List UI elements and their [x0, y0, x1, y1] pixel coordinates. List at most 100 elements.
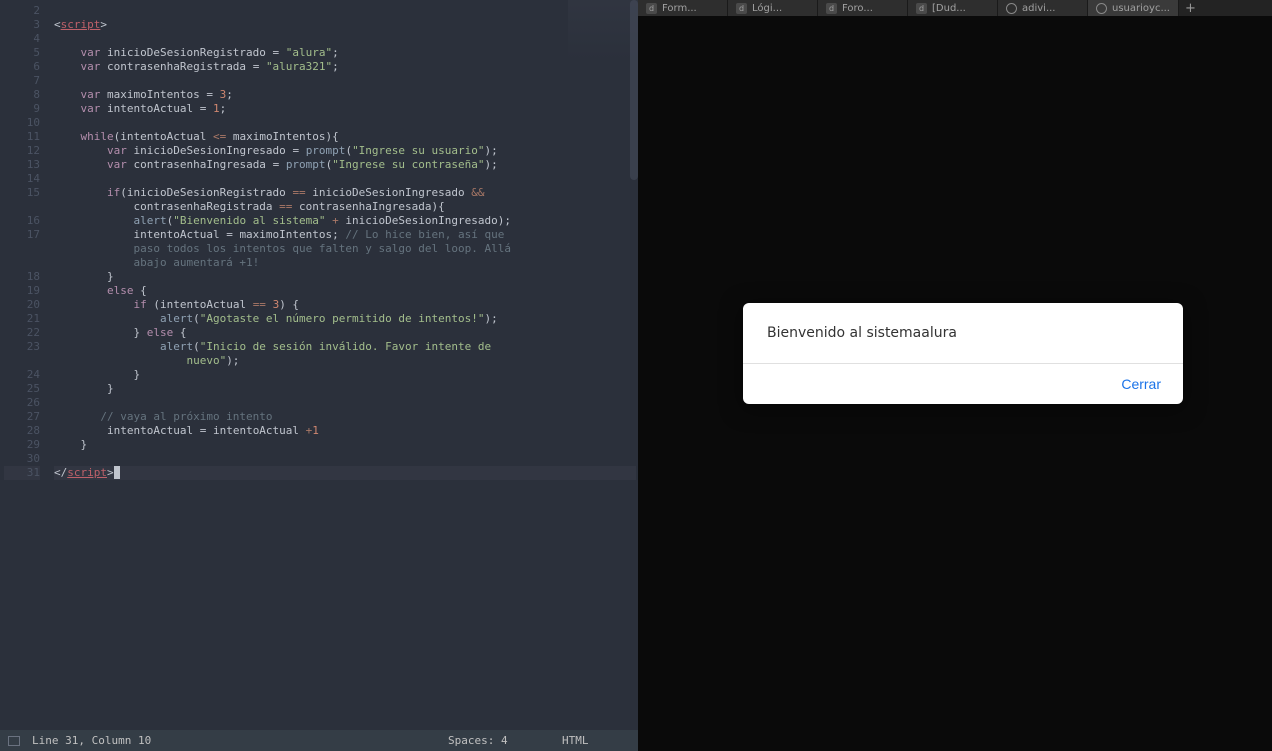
- token-cmt: abajo aumentará +1!: [54, 256, 259, 269]
- code-line[interactable]: else {: [54, 284, 636, 298]
- token-punct: ;: [332, 46, 339, 59]
- line-number: 7: [4, 74, 40, 88]
- editor-pane: 2345678910111213141516171819202122232425…: [0, 0, 638, 751]
- token-var: maximoIntentos: [226, 130, 325, 143]
- code-line[interactable]: alert("Inicio de sesión inválido. Favor …: [54, 340, 636, 354]
- code-line[interactable]: intentoActual = maximoIntentos; // Lo hi…: [54, 228, 636, 242]
- token-var: [266, 298, 273, 311]
- editor-scrollbar[interactable]: [630, 0, 638, 180]
- code-line[interactable]: var inicioDeSesionRegistrado = "alura";: [54, 46, 636, 60]
- code-line[interactable]: if(inicioDeSesionRegistrado == inicioDeS…: [54, 186, 636, 200]
- token-op2: &&: [471, 186, 484, 199]
- code-line[interactable]: }: [54, 368, 636, 382]
- line-number: 15: [4, 186, 40, 200]
- token-var: intentoActual: [120, 130, 213, 143]
- code-line[interactable]: [54, 396, 636, 410]
- token-punct: (: [120, 186, 127, 199]
- code-line[interactable]: var intentoActual = 1;: [54, 102, 636, 116]
- token-op2: <=: [213, 130, 226, 143]
- code-line[interactable]: var contrasenhaIngresada = prompt("Ingre…: [54, 158, 636, 172]
- token-tag: script: [61, 18, 101, 31]
- token-str: "Ingrese su usuario": [352, 144, 484, 157]
- code-line[interactable]: alert("Agotaste el número permitido de i…: [54, 312, 636, 326]
- code-line[interactable]: var inicioDeSesionIngresado = prompt("In…: [54, 144, 636, 158]
- language-mode[interactable]: HTML: [562, 734, 589, 747]
- token-punct: );: [484, 312, 497, 325]
- token-kw: var: [54, 46, 100, 59]
- token-kw: if: [54, 186, 120, 199]
- cursor-position[interactable]: Line 31, Column 10: [32, 734, 151, 747]
- indent-setting[interactable]: Spaces: 4: [448, 734, 508, 747]
- token-kw: var: [54, 158, 127, 171]
- code-line[interactable]: [54, 74, 636, 88]
- token-var: intentoActual: [100, 102, 199, 115]
- code-line[interactable]: [54, 4, 636, 18]
- token-punct: (: [193, 340, 200, 353]
- browser-tab[interactable]: adivi...: [998, 0, 1088, 16]
- token-kw: var: [54, 88, 100, 101]
- line-number: [4, 354, 40, 368]
- token-op2: +: [326, 214, 346, 227]
- compass-icon: [1096, 3, 1107, 14]
- browser-tab[interactable]: dForo...: [818, 0, 908, 16]
- token-punct: ;: [332, 60, 339, 73]
- line-number: 3: [4, 18, 40, 32]
- code-line[interactable]: while(intentoActual <= maximoIntentos){: [54, 130, 636, 144]
- token-var: maximoIntentos: [239, 228, 332, 241]
- token-str: nuevo": [54, 354, 226, 367]
- code-line[interactable]: <script>: [54, 18, 636, 32]
- token-str: "Ingrese su contraseña": [332, 158, 484, 171]
- token-num: 1: [213, 102, 220, 115]
- line-number: 2: [4, 4, 40, 18]
- new-tab-button[interactable]: +: [1179, 1, 1202, 16]
- token-var: intentoActual: [54, 424, 200, 437]
- code-line[interactable]: [54, 172, 636, 186]
- token-var: contrasenhaIngresada: [127, 158, 273, 171]
- panel-icon[interactable]: [8, 736, 20, 746]
- line-number: 28: [4, 424, 40, 438]
- code-line[interactable]: }: [54, 270, 636, 284]
- code-line[interactable]: }: [54, 438, 636, 452]
- browser-tab[interactable]: d[Dud...: [908, 0, 998, 16]
- browser-tab[interactable]: dForm...: [638, 0, 728, 16]
- code-line[interactable]: if (intentoActual == 3) {: [54, 298, 636, 312]
- browser-tab[interactable]: usuarioyc...: [1088, 0, 1179, 16]
- code-line[interactable]: // vaya al próximo intento: [54, 410, 636, 424]
- minimap[interactable]: [568, 0, 638, 60]
- token-fn: alert: [54, 312, 193, 325]
- code-line[interactable]: contrasenhaRegistrada == contrasenhaIngr…: [54, 200, 636, 214]
- code-line[interactable]: } else {: [54, 326, 636, 340]
- code-line[interactable]: var maximoIntentos = 3;: [54, 88, 636, 102]
- code-line[interactable]: abajo aumentará +1!: [54, 256, 636, 270]
- code-line[interactable]: </script>: [54, 466, 636, 480]
- code-line[interactable]: }: [54, 382, 636, 396]
- line-number: 17: [4, 228, 40, 242]
- code-line[interactable]: paso todos los intentos que falten y sal…: [54, 242, 636, 256]
- status-bar: Line 31, Column 10 Spaces: 4 HTML: [0, 730, 638, 751]
- line-number: 23: [4, 340, 40, 354]
- token-punct: }: [54, 326, 147, 339]
- token-op2: ==: [292, 186, 305, 199]
- line-number: 18: [4, 270, 40, 284]
- close-button[interactable]: Cerrar: [1121, 376, 1161, 392]
- token-punct: ) {: [279, 298, 299, 311]
- code-line[interactable]: var contrasenhaRegistrada = "alura321";: [54, 60, 636, 74]
- code-content[interactable]: <script> var inicioDeSesionRegistrado = …: [52, 0, 638, 730]
- browser-tab[interactable]: dLógi...: [728, 0, 818, 16]
- token-kw: var: [54, 144, 127, 157]
- token-punct: ;: [220, 102, 227, 115]
- token-op: =: [292, 144, 305, 157]
- code-area[interactable]: 2345678910111213141516171819202122232425…: [0, 0, 638, 730]
- token-punct: ){: [432, 200, 445, 213]
- code-line[interactable]: [54, 32, 636, 46]
- code-line[interactable]: [54, 116, 636, 130]
- code-line[interactable]: alert("Bienvenido al sistema" + inicioDe…: [54, 214, 636, 228]
- token-op: =: [253, 60, 266, 73]
- code-line[interactable]: [54, 452, 636, 466]
- token-kw: else: [147, 326, 174, 339]
- code-line[interactable]: intentoActual = intentoActual +1: [54, 424, 636, 438]
- token-punct: }: [54, 368, 140, 381]
- tab-title: adivi...: [1022, 3, 1079, 14]
- code-line[interactable]: nuevo");: [54, 354, 636, 368]
- token-var: maximoIntentos: [100, 88, 206, 101]
